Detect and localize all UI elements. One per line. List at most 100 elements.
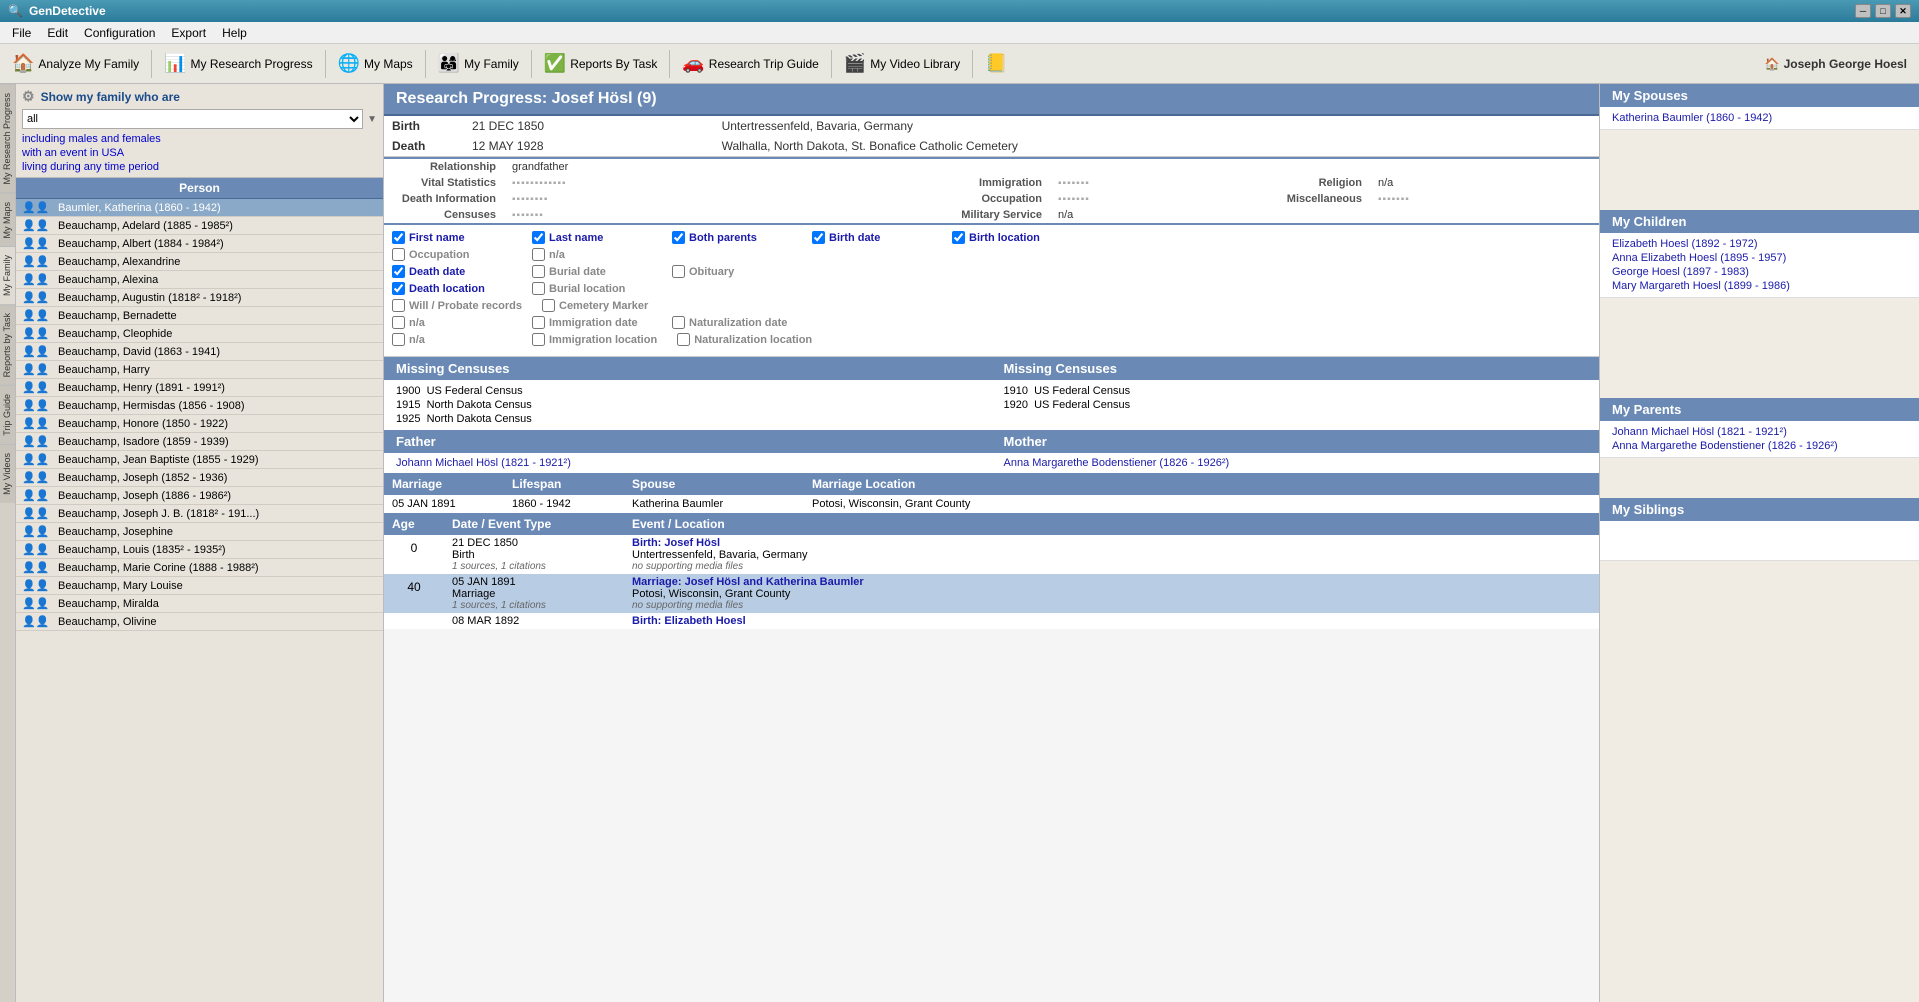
analyze-my-family-button[interactable]: 🏠 Analyze My Family bbox=[4, 50, 147, 77]
person-item-16[interactable]: 👤👤Beauchamp, Joseph (1886 - 1986²) bbox=[16, 487, 383, 505]
person-item-19[interactable]: 👤👤Beauchamp, Louis (1835² - 1935²) bbox=[16, 541, 383, 559]
person-item-2[interactable]: 👤👤Beauchamp, Albert (1884 - 1984²) bbox=[16, 235, 383, 253]
person-icon-9: 👤👤 bbox=[22, 363, 52, 376]
my-video-library-button[interactable]: 🎬 My Video Library bbox=[836, 50, 968, 77]
immigration-label: Immigration bbox=[850, 175, 1050, 191]
immigration-location-checkbox[interactable] bbox=[532, 333, 545, 346]
person-item-5[interactable]: 👤👤Beauchamp, Augustin (1818² - 1918²) bbox=[16, 289, 383, 307]
na3-checkbox[interactable] bbox=[392, 333, 405, 346]
person-item-3[interactable]: 👤👤Beauchamp, Alexandrine bbox=[16, 253, 383, 271]
sidebar-tab-research[interactable]: My Research Progress bbox=[0, 84, 15, 193]
siblings-header: My Siblings bbox=[1600, 498, 1919, 521]
person-name-20: Beauchamp, Marie Corine (1888 - 1988²) bbox=[58, 562, 377, 574]
person-item-10[interactable]: 👤👤Beauchamp, Henry (1891 - 1991²) bbox=[16, 379, 383, 397]
birth-date-checkbox[interactable] bbox=[812, 231, 825, 244]
bookmark-button[interactable]: 📒 bbox=[977, 50, 1015, 77]
person-item-14[interactable]: 👤👤Beauchamp, Jean Baptiste (1855 - 1929) bbox=[16, 451, 383, 469]
my-family-button[interactable]: 👨‍👩‍👧 My Family bbox=[430, 50, 527, 77]
both-parents-checkbox[interactable] bbox=[672, 231, 685, 244]
misc-value: ▪▪▪▪▪▪▪ bbox=[1378, 194, 1410, 205]
burial-date-checkbox[interactable] bbox=[532, 265, 545, 278]
birth-location-checkbox[interactable] bbox=[952, 231, 965, 244]
filter-time-period[interactable]: living during any time period bbox=[22, 161, 159, 173]
father-name[interactable]: Johann Michael Hösl (1821 - 1921²) bbox=[384, 453, 992, 473]
person-item-11[interactable]: 👤👤Beauchamp, Hermisdas (1856 - 1908) bbox=[16, 397, 383, 415]
child-4[interactable]: Mary Margareth Hoesl (1899 - 1986) bbox=[1612, 279, 1907, 293]
person-item-22[interactable]: 👤👤Beauchamp, Miralda bbox=[16, 595, 383, 613]
maximize-button[interactable]: □ bbox=[1875, 4, 1891, 18]
person-item-13[interactable]: 👤👤Beauchamp, Isadore (1859 - 1939) bbox=[16, 433, 383, 451]
menu-export[interactable]: Export bbox=[163, 24, 214, 42]
spouses-header: My Spouses bbox=[1600, 84, 1919, 107]
my-maps-button[interactable]: 🌐 My Maps bbox=[330, 50, 421, 77]
menu-edit[interactable]: Edit bbox=[39, 24, 76, 42]
sidebar-tab-family[interactable]: My Family bbox=[0, 246, 15, 304]
obituary-checkbox[interactable] bbox=[672, 265, 685, 278]
child-2[interactable]: Anna Elizabeth Hoesl (1895 - 1957) bbox=[1612, 251, 1907, 265]
sidebar-tab-reports[interactable]: Reports by Task bbox=[0, 304, 15, 385]
will-probate-checkbox[interactable] bbox=[392, 299, 405, 312]
death-location-checkbox[interactable] bbox=[392, 282, 405, 295]
person-item-21[interactable]: 👤👤Beauchamp, Mary Louise bbox=[16, 577, 383, 595]
user-name: Joseph George Hoesl bbox=[1784, 57, 1907, 71]
my-research-progress-button[interactable]: 📊 My Research Progress bbox=[156, 50, 320, 77]
parent-2[interactable]: Anna Margarethe Bodenstiener (1826 - 192… bbox=[1612, 439, 1907, 453]
mother-name[interactable]: Anna Margarethe Bodenstiener (1826 - 192… bbox=[992, 453, 1600, 473]
sidebar-tab-maps[interactable]: My Maps bbox=[0, 193, 15, 247]
first-name-checkbox[interactable] bbox=[392, 231, 405, 244]
parent-1[interactable]: Johann Michael Hösl (1821 - 1921²) bbox=[1612, 425, 1907, 439]
person-item-4[interactable]: 👤👤Beauchamp, Alexina bbox=[16, 271, 383, 289]
person-item-23[interactable]: 👤👤Beauchamp, Olivine bbox=[16, 613, 383, 631]
info-row-4: Censuses ▪▪▪▪▪▪▪ Military Service n/a bbox=[384, 207, 1599, 224]
toolbar: 🏠 Analyze My Family 📊 My Research Progre… bbox=[0, 44, 1919, 84]
sidebar-tab-videos[interactable]: My Videos bbox=[0, 444, 15, 503]
minimize-button[interactable]: ─ bbox=[1855, 4, 1871, 18]
person-item-12[interactable]: 👤👤Beauchamp, Honore (1850 - 1922) bbox=[16, 415, 383, 433]
naturalization-location-checkbox[interactable] bbox=[677, 333, 690, 346]
cemetery-marker-checkbox[interactable] bbox=[542, 299, 555, 312]
event-sub-2: Potosi, Wisconsin, Grant County bbox=[632, 588, 1591, 600]
person-item-8[interactable]: 👤👤Beauchamp, David (1863 - 1941) bbox=[16, 343, 383, 361]
person-item-18[interactable]: 👤👤Beauchamp, Josephine bbox=[16, 523, 383, 541]
occupation-checkbox[interactable] bbox=[392, 248, 405, 261]
person-list-items: 👤👤Baumler, Katherina (1860 - 1942)👤👤Beau… bbox=[16, 199, 383, 631]
na2-label: n/a bbox=[409, 317, 425, 329]
na2-checkbox[interactable] bbox=[392, 316, 405, 329]
death-date: 12 MAY 1928 bbox=[464, 136, 714, 157]
spouses-spacer bbox=[1600, 130, 1919, 210]
person-item-9[interactable]: 👤👤Beauchamp, Harry bbox=[16, 361, 383, 379]
filter-select[interactable]: all bbox=[22, 109, 363, 129]
death-date-checkbox[interactable] bbox=[392, 265, 405, 278]
person-item-7[interactable]: 👤👤Beauchamp, Cleophide bbox=[16, 325, 383, 343]
death-label: Death bbox=[384, 136, 464, 157]
death-row: Death 12 MAY 1928 Walhalla, North Dakota… bbox=[384, 136, 1599, 157]
na1-checkbox[interactable] bbox=[532, 248, 545, 261]
filter-males-females[interactable]: including males and females bbox=[22, 133, 161, 145]
naturalization-date-checkbox[interactable] bbox=[672, 316, 685, 329]
burial-location-checkbox[interactable] bbox=[532, 282, 545, 295]
menubar: File Edit Configuration Export Help bbox=[0, 22, 1919, 44]
child-3[interactable]: George Hoesl (1897 - 1983) bbox=[1612, 265, 1907, 279]
last-name-checkbox[interactable] bbox=[532, 231, 545, 244]
reports-by-task-button[interactable]: ✅ Reports By Task bbox=[536, 50, 666, 77]
person-item-6[interactable]: 👤👤Beauchamp, Bernadette bbox=[16, 307, 383, 325]
toolbar-separator-6 bbox=[831, 50, 832, 78]
menu-help[interactable]: Help bbox=[214, 24, 255, 42]
close-button[interactable]: ✕ bbox=[1895, 4, 1911, 18]
person-item-0[interactable]: 👤👤Baumler, Katherina (1860 - 1942) bbox=[16, 199, 383, 217]
trip-label: Research Trip Guide bbox=[709, 57, 819, 71]
sidebar-tab-trip[interactable]: Trip Guide bbox=[0, 385, 15, 444]
person-item-15[interactable]: 👤👤Beauchamp, Joseph (1852 - 1936) bbox=[16, 469, 383, 487]
child-1[interactable]: Elizabeth Hoesl (1892 - 1972) bbox=[1612, 237, 1907, 251]
immigration-date-checkbox[interactable] bbox=[532, 316, 545, 329]
research-trip-guide-button[interactable]: 🚗 Research Trip Guide bbox=[674, 50, 826, 77]
person-name-12: Beauchamp, Honore (1850 - 1922) bbox=[58, 418, 377, 430]
filter-event-usa[interactable]: with an event in USA bbox=[22, 147, 124, 159]
menu-file[interactable]: File bbox=[4, 24, 39, 42]
center-panel[interactable]: Research Progress: Josef Hösl (9) Birth … bbox=[384, 84, 1599, 1002]
person-item-20[interactable]: 👤👤Beauchamp, Marie Corine (1888 - 1988²) bbox=[16, 559, 383, 577]
spouse-1[interactable]: Katherina Baumler (1860 - 1942) bbox=[1612, 111, 1907, 125]
person-item-1[interactable]: 👤👤Beauchamp, Adelard (1885 - 1985²) bbox=[16, 217, 383, 235]
person-item-17[interactable]: 👤👤Beauchamp, Joseph J. B. (1818² - 191..… bbox=[16, 505, 383, 523]
menu-configuration[interactable]: Configuration bbox=[76, 24, 163, 42]
